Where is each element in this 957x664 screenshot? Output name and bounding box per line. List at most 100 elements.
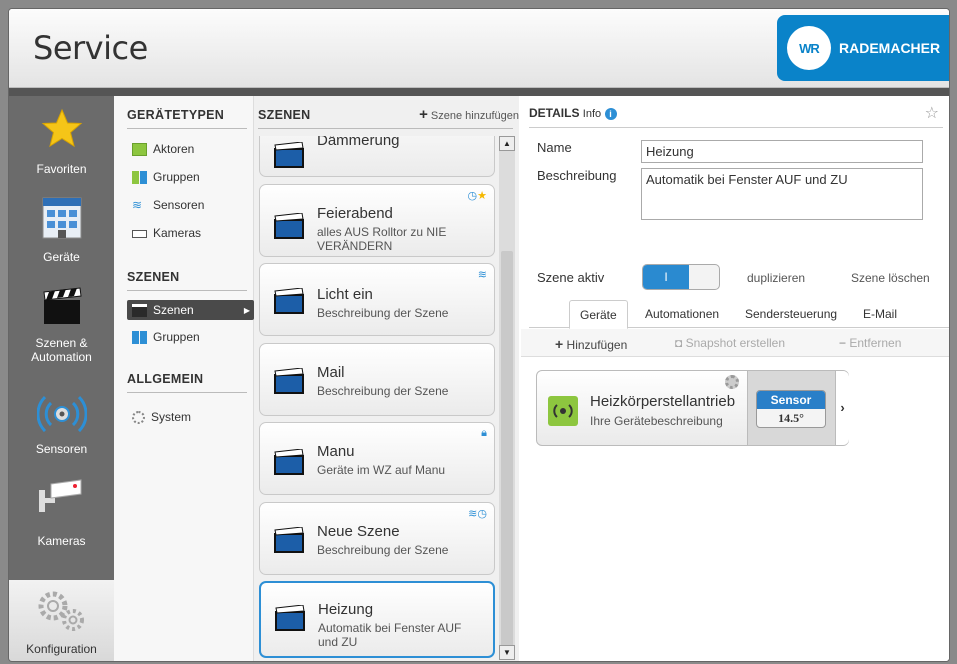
scene-flags: 🔒︎ [481,427,487,440]
group-icon [132,170,147,184]
clapperboard-icon [274,288,304,314]
name-field[interactable]: Heizung [641,140,923,163]
scene-card[interactable]: Mail Beschreibung der Szene [259,343,495,416]
type-item-kameras[interactable]: Kameras [132,226,201,240]
gear-icon [132,410,145,424]
scroll-thumb[interactable] [501,251,513,647]
nav-konfiguration[interactable]: Konfiguration [9,580,114,661]
header-divider [9,88,949,96]
tab-email[interactable]: E-Mail [853,300,907,328]
sensor-badge: Sensor 14.5° [756,390,826,428]
info-label: Info [582,108,602,120]
section-title-allgemein: ALLGEMEIN [127,372,204,386]
sensor-badge-value: 14.5° [778,411,804,425]
type-item-label: Gruppen [153,170,200,184]
type-item-szenen[interactable]: Szenen ▶ [127,300,254,320]
scene-card[interactable]: 🔒︎ Manu Geräte im WZ auf Manu [259,422,495,495]
snapshot-button[interactable]: ◘ Snapshot erstellen [675,336,785,350]
scene-card[interactable]: ◷★ Feierabend alles AUS Rolltor zu NIE V… [259,184,495,257]
building-icon [42,197,82,239]
scene-desc: alles AUS Rolltor zu NIE VERÄNDERN [317,225,447,253]
add-scene-button[interactable]: + Szene hinzufügen [419,106,519,123]
info-icon[interactable]: i [604,108,617,120]
description-field[interactable]: Automatik bei Fenster AUF und ZU [641,168,923,220]
type-item-system[interactable]: System [132,410,191,424]
type-item-label: Gruppen [153,330,200,344]
scroll-up-button[interactable]: ▲ [499,136,515,151]
clapperboard-icon [274,213,304,239]
nav-automation-label: Automation [31,350,92,364]
scene-title: Manu [317,443,355,460]
nav-favoriten[interactable]: Favoriten [9,102,114,192]
add-device-label: Hinzufügen [566,338,628,352]
clapperboard-icon [275,605,305,631]
type-item-szenen-gruppen[interactable]: Gruppen [132,330,200,344]
group-icon [132,330,147,344]
sensor-badge-label: Sensor [757,391,825,409]
clapperboard-icon [43,287,82,324]
nav-sensoren-label: Sensoren [35,442,88,456]
scene-list-scrollbar[interactable]: ▲ ▼ [499,136,515,660]
name-label: Name [537,140,572,155]
device-card[interactable]: Heizkörperstellantrieb Ihre Gerätebeschr… [536,370,849,446]
chevron-right-icon[interactable]: › [835,371,849,445]
tab-geraete[interactable]: Geräte [569,300,628,329]
scene-card[interactable]: ≋◷ Neue Szene Beschreibung der Szene [259,502,495,575]
scene-title: Heizung [318,601,374,618]
type-item-sensoren[interactable]: ≋ Sensoren [132,198,204,212]
header: Service WR RADEMACHER [9,9,949,88]
tab-sendersteuerung[interactable]: Sendersteuerung [735,300,847,328]
actuator-icon [132,142,147,156]
camera-icon: ◘ [675,336,683,350]
type-item-label: Szenen [153,303,194,317]
camera-icon [39,479,82,512]
type-item-aktoren[interactable]: Aktoren [132,142,194,156]
scene-card[interactable]: Dämmerung [259,136,495,177]
wifi-icon: ≋ [468,508,478,520]
add-device-button[interactable]: + Hinzufügen [555,336,627,352]
nav-geraete-label: Geräte [43,250,80,264]
scene-list-panel: SZENEN + Szene hinzufügen Dämmerung ◷★ F… [254,96,519,661]
description-label: Beschreibung [537,168,617,183]
scene-desc: Beschreibung der Szene [317,543,449,557]
add-scene-label: Szene hinzufügen [430,110,519,122]
scene-title: Dämmerung [317,136,400,149]
nav-geraete[interactable]: Geräte [9,192,114,282]
scene-list-title: SZENEN [258,108,311,122]
chevron-right-icon: ▶ [243,305,250,315]
brand-logo-mark: WR [787,26,831,70]
clock-icon: ◷ [477,508,487,520]
remove-device-button[interactable]: − Entfernen [839,336,901,350]
toggle-on: I [643,265,689,289]
details-title: DETAILS Info i [529,106,617,120]
plus-icon: + [419,106,428,123]
device-name: Heizkörperstellantrieb [590,393,736,410]
nav-szenen-label: Szenen & [35,336,88,350]
scene-desc: Beschreibung der Szene [317,384,449,398]
scene-card-selected[interactable]: Heizung Automatik bei Fenster AUF und ZU [259,581,495,658]
scene-flags: ≋◷ [468,507,487,520]
scene-active-toggle[interactable]: I [642,264,720,290]
nav-kameras[interactable]: Kameras [9,474,114,564]
scene-active-label: Szene aktiv [537,270,605,285]
duplicate-button[interactable]: duplizieren [747,271,805,285]
detail-tabs: Geräte Automationen Sendersteuerung E-Ma… [529,300,949,329]
scene-list-header: SZENEN + Szene hinzufügen [254,96,519,131]
sensor-icon [37,395,87,433]
scroll-track[interactable] [499,151,515,647]
nav-sensoren[interactable]: Sensoren [9,386,114,476]
favorite-star-icon[interactable]: ☆ [925,103,939,123]
gear-icon[interactable] [725,375,739,389]
scene-list[interactable]: Dämmerung ◷★ Feierabend alles AUS Rollto… [254,136,499,661]
remove-device-label: Entfernen [849,336,902,350]
device-state: Sensor 14.5° [747,371,835,445]
tab-automationen[interactable]: Automationen [635,300,729,328]
nav-kameras-label: Kameras [37,534,86,548]
delete-scene-button[interactable]: Szene löschen [851,271,930,285]
scene-card[interactable]: ≋ Licht ein Beschreibung der Szene [259,263,495,336]
clapperboard-icon [274,142,304,168]
scroll-down-button[interactable]: ▼ [499,645,515,660]
nav-konfiguration-label: Konfiguration [26,642,97,656]
type-item-gruppen[interactable]: Gruppen [132,170,200,184]
nav-szenen-automation[interactable]: Szenen & Automation [9,282,114,372]
